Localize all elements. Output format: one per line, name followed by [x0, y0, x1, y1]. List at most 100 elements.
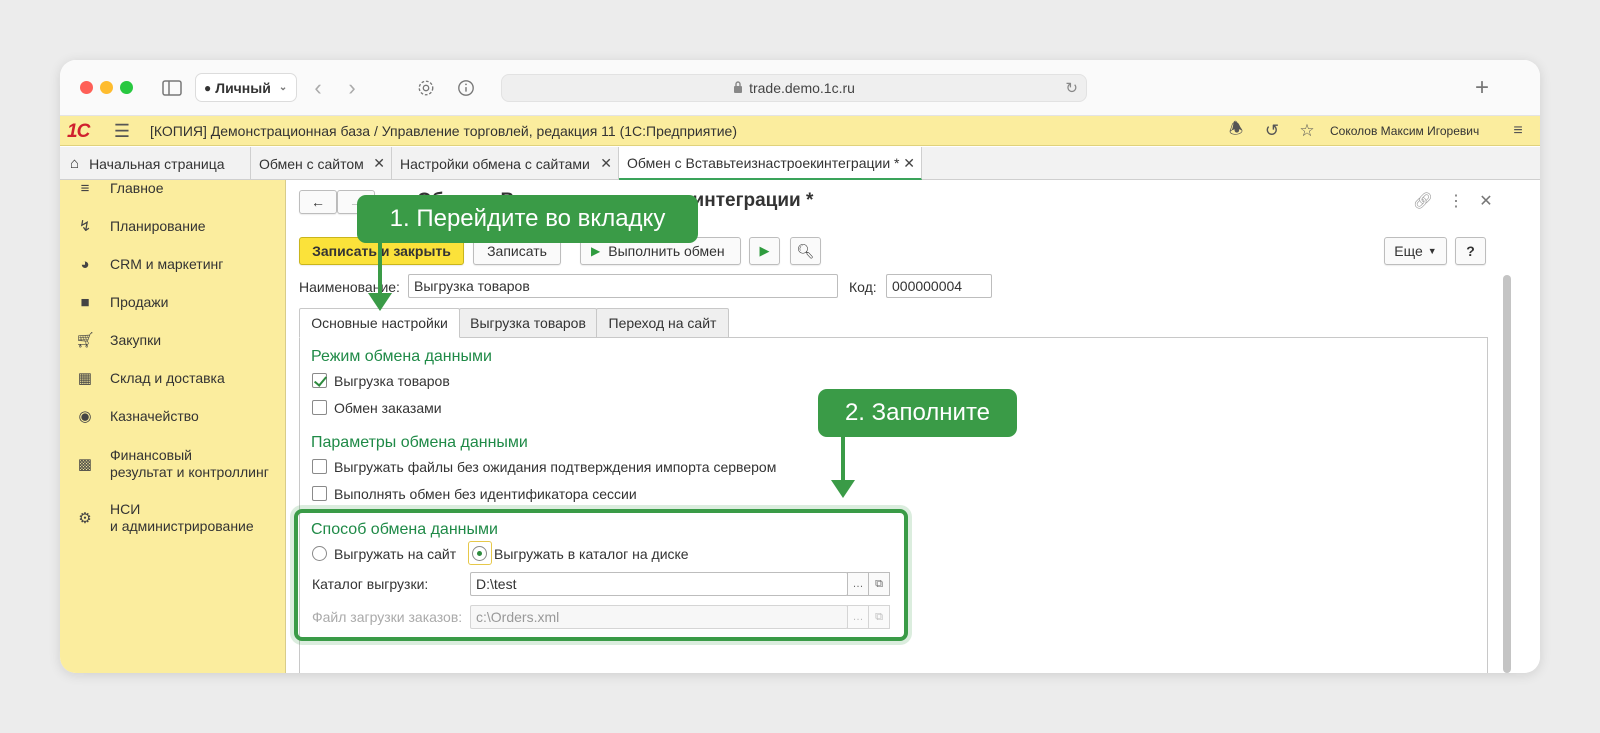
tab-exchange-settings[interactable]: Настройки обмена с сайтами ✕: [392, 147, 619, 180]
sidebar-item-label: Склад и доставка: [110, 369, 225, 386]
caret-down-icon: ▼: [1427, 246, 1437, 256]
highlight-exchange-method: [294, 509, 908, 641]
bell-icon[interactable]: 🕭︎: [1226, 121, 1246, 141]
close-tab-icon[interactable]: ✕: [373, 155, 385, 172]
tab-label: Обмен с сайтом: [259, 155, 364, 172]
checkbox-no-wait[interactable]: [312, 459, 327, 474]
star-icon[interactable]: ☆: [1297, 121, 1317, 141]
tab-label: Обмен с Вставьтеизнастроекинтеграции *: [627, 154, 900, 171]
callout-step-1-line: [378, 243, 382, 295]
close-tab-icon[interactable]: ✕: [600, 155, 612, 172]
play-icon: ▶: [591, 244, 601, 258]
help-button[interactable]: ?: [1455, 237, 1486, 265]
callout-step-1: 1. Перейдите во вкладку: [357, 195, 698, 243]
home-icon: ⌂: [70, 155, 80, 172]
tab-site-exchange[interactable]: Обмен с сайтом ✕: [251, 147, 392, 180]
tab-home[interactable]: ⌂ Начальная страница: [60, 147, 251, 180]
checkbox-export-goods-label: Выгрузка товаров: [334, 373, 450, 389]
link-icon[interactable]: 🔗︎: [1412, 190, 1434, 212]
app-title: [КОПИЯ] Демонстрационная база / Управлен…: [150, 123, 738, 139]
sections-sidebar: ≡ Главное ↯ Планирование ◕ CRM и маркети…: [60, 180, 286, 673]
lock-icon: [733, 80, 743, 96]
run-exchange-label: Выполнить обмен: [608, 243, 725, 259]
1c-logo: 1С: [67, 121, 90, 142]
sidebar-item-label: CRM и маркетинг: [110, 255, 224, 272]
url-text: trade.demo.1c.ru: [749, 80, 855, 96]
open-tabs-bar: ⌂ Начальная страница Обмен с сайтом ✕ На…: [60, 147, 1540, 180]
play-button[interactable]: ▶: [749, 237, 780, 265]
sidebar-item-finance[interactable]: ▩ Финансовый результат и контроллинг: [60, 444, 286, 484]
settings-menu-icon[interactable]: ≡: [1508, 121, 1528, 141]
tab-exchange-integration[interactable]: Обмен с Вставьтеизнастроекинтеграции * ✕: [619, 147, 922, 180]
tab-go-to-site[interactable]: Переход на сайт: [596, 308, 729, 338]
close-tab-icon[interactable]: ✕: [903, 155, 915, 172]
new-tab-icon[interactable]: +: [1468, 74, 1496, 102]
close-window-button[interactable]: [80, 81, 93, 94]
code-label: Код:: [849, 279, 877, 295]
close-form-icon[interactable]: ✕: [1475, 190, 1497, 212]
callout-step-2-line: [841, 437, 845, 482]
vertical-scrollbar[interactable]: [1503, 275, 1511, 673]
user-name[interactable]: Соколов Максим Игоревич: [1330, 124, 1479, 138]
sidebar-item-label-group: НСИ и администрирование: [110, 501, 254, 535]
checkbox-no-wait-label: Выгружать файлы без ожидания подтвержден…: [334, 459, 777, 475]
info-icon[interactable]: [454, 76, 478, 100]
sidebar-toggle-icon[interactable]: [160, 76, 184, 100]
chevron-down-icon: ⌄: [278, 82, 288, 93]
sidebar-item-admin[interactable]: ⚙ НСИ и администрирование: [60, 498, 286, 538]
name-input[interactable]: Выгрузка товаров: [408, 274, 838, 298]
sidebar-item-label: Главное: [110, 179, 164, 196]
minimize-window-button[interactable]: [100, 81, 113, 94]
more-button[interactable]: Еще ▼: [1384, 237, 1447, 265]
more-label: Еще: [1394, 243, 1423, 259]
browser-window: ● Личный ⌄ ‹ › trade.demo.1c.ru ↻ + 1С ☰…: [60, 60, 1540, 673]
sidebar-item-label: НСИ: [110, 501, 141, 517]
hamburger-menu-icon[interactable]: ☰: [112, 121, 132, 141]
profile-label: Личный: [215, 79, 271, 96]
tab-main-settings[interactable]: Основные настройки: [299, 308, 460, 338]
sidebar-item-label: Планирование: [110, 217, 206, 234]
nav-back-button[interactable]: ←: [299, 190, 337, 214]
address-bar[interactable]: trade.demo.1c.ru ↻: [501, 74, 1087, 102]
grid-icon: ▦: [77, 370, 93, 387]
magnifier-icon: 🔍︎: [796, 242, 815, 259]
person-icon: ●: [204, 80, 212, 95]
planning-icon: ↯: [78, 218, 92, 235]
history-icon[interactable]: ↺: [1262, 121, 1282, 141]
tab-goods-export[interactable]: Выгрузка товаров: [459, 308, 597, 338]
checkbox-order-exchange[interactable]: [312, 400, 327, 415]
cart-icon: 🛒︎: [75, 332, 95, 349]
checkbox-no-session[interactable]: [312, 486, 327, 501]
bag-icon: ■: [80, 293, 90, 311]
sidebar-item-label: Казначейство: [110, 407, 199, 424]
code-input[interactable]: 000000004: [886, 274, 992, 298]
section-exchange-params: Параметры обмена данными: [311, 434, 528, 451]
arrow-left-icon: ←: [311, 194, 325, 210]
forward-icon[interactable]: ›: [340, 74, 364, 102]
menu-icon: ≡: [80, 179, 90, 197]
zoom-window-button[interactable]: [120, 81, 133, 94]
checkbox-export-goods[interactable]: [312, 373, 327, 388]
sidebar-item-label: Продажи: [110, 293, 169, 310]
sidebar-item-label: Финансовый: [110, 447, 192, 463]
tab-label: Настройки обмена с сайтами: [400, 155, 590, 172]
checkbox-order-exchange-label: Обмен заказами: [334, 400, 442, 416]
gear-icon: ⚙: [78, 510, 92, 527]
pie-icon: ◕: [80, 255, 90, 273]
profile-button[interactable]: ● Личный ⌄: [195, 73, 297, 102]
settings-gear-icon[interactable]: [414, 76, 438, 100]
checkbox-no-session-label: Выполнять обмен без идентификатора сесси…: [334, 486, 637, 502]
callout-step-1-arrow: [368, 293, 392, 311]
search-log-button[interactable]: 🔍︎: [790, 237, 821, 265]
app-header: 1С ☰ [КОПИЯ] Демонстрационная база / Упр…: [60, 116, 1540, 146]
callout-step-2: 2. Заполните: [818, 389, 1017, 437]
browser-toolbar: ● Личный ⌄ ‹ › trade.demo.1c.ru ↻ +: [60, 60, 1540, 116]
reload-icon[interactable]: ↻: [1065, 79, 1078, 97]
play-icon: ▶: [759, 243, 770, 258]
sidebar-item-label: Закупки: [110, 331, 162, 348]
back-icon[interactable]: ‹: [306, 74, 330, 102]
tab-label: Начальная страница: [89, 155, 225, 172]
more-vertical-icon[interactable]: ⋮: [1445, 190, 1467, 212]
sidebar-item-label-2: результат и контроллинг: [110, 464, 269, 480]
sidebar-item-label-group: Финансовый результат и контроллинг: [110, 447, 269, 481]
